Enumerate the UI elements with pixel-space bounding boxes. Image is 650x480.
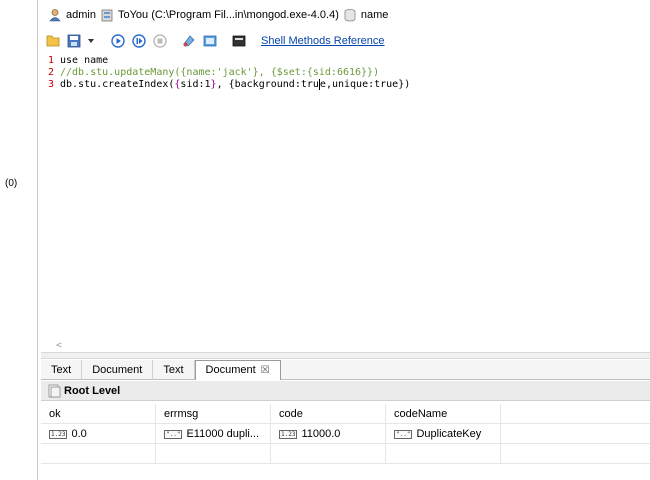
cell-value: 0.0 (71, 428, 87, 440)
scroll-left-icon[interactable]: < (56, 340, 62, 351)
close-icon[interactable]: ☒ (261, 365, 270, 376)
grid-cell (156, 444, 271, 464)
code-text: sid:1 (180, 79, 211, 90)
column-header[interactable]: errmsg (156, 404, 271, 424)
column-header[interactable]: ok (41, 404, 156, 424)
format-icon[interactable] (201, 32, 219, 50)
result-tabs: Text Document Text Document ☒ (41, 360, 650, 380)
grid-header-row: ok errmsg code codeName (41, 404, 650, 424)
editor-horizontal-scrollbar[interactable]: < (48, 340, 650, 352)
connection-server[interactable]: ToYou (C:\Program Fil...in\mongod.exe-4.… (118, 9, 339, 21)
execute-icon[interactable] (109, 32, 127, 50)
results-grid: ok errmsg code codeName 1.23 0.0 ".." E110… (41, 404, 650, 464)
code-text: use name (60, 55, 109, 66)
table-row[interactable]: 1.23 0.0 ".." E11000 dupli... 1.23 11000.0 … (41, 424, 650, 444)
code-text: db.stu.createIndex( (60, 79, 175, 90)
grid-cell[interactable]: 1.23 11000.0 (271, 424, 386, 444)
table-row-empty (41, 444, 650, 464)
root-level-bar: Root Level (41, 381, 650, 401)
column-header[interactable]: codeName (386, 404, 501, 424)
number-type-icon: 1.23 (279, 429, 298, 439)
result-count: (0) (5, 178, 18, 189)
tab-label: Text (51, 364, 72, 376)
string-type-icon: ".." (164, 429, 183, 439)
execute-current-icon[interactable] (130, 32, 148, 50)
editor-results-splitter[interactable] (41, 352, 650, 359)
document-icon (47, 384, 61, 398)
stop-icon[interactable] (151, 32, 169, 50)
script-editor[interactable]: 1 use name 2 //db.stu.updateMany({name:'ja… (48, 55, 650, 352)
user-icon (48, 8, 62, 22)
database-icon (343, 8, 357, 22)
left-panel: (0) (0, 0, 38, 480)
explain-icon[interactable] (180, 32, 198, 50)
grid-cell (386, 444, 501, 464)
server-icon (100, 8, 114, 22)
code-comment: //db.stu.updateMany({name:'jack'}, {$set… (60, 67, 380, 78)
console-icon[interactable] (230, 32, 248, 50)
chevron-down-icon[interactable] (86, 32, 96, 50)
tab-text[interactable]: Text (153, 360, 195, 380)
connection-user[interactable]: admin (66, 9, 96, 21)
string-type-icon: ".." (394, 429, 413, 439)
grid-cell[interactable]: 1.23 0.0 (41, 424, 156, 444)
code-text: , {background:tru (216, 79, 319, 90)
editor-line: 1 use name (48, 55, 650, 67)
editor-line: 2 //db.stu.updateMany({name:'jack'}, {$se… (48, 67, 650, 79)
open-file-icon[interactable] (44, 32, 62, 50)
connection-database[interactable]: name (361, 9, 389, 21)
tab-text[interactable]: Text (41, 360, 83, 380)
tab-label: Document (92, 364, 143, 376)
tab-label: Text (163, 364, 184, 376)
connection-bar: admin ToYou (C:\Program Fil...in\mongod.… (48, 6, 388, 24)
grid-cell[interactable]: ".." E11000 dupli... (156, 424, 271, 444)
grid-cell[interactable]: ".." DuplicateKey (386, 424, 501, 444)
line-number: 3 (48, 79, 55, 90)
line-number: 1 (48, 55, 55, 66)
tab-label: Document (205, 364, 256, 376)
grid-cell (271, 444, 386, 464)
root-level-label: Root Level (64, 384, 121, 397)
cell-value: E11000 dupli... (186, 428, 260, 440)
shell-toolbar: Shell Methods Reference (44, 30, 385, 52)
cell-value: 11000.0 (301, 428, 341, 440)
editor-line: 3 db.stu.createIndex({sid:1}, {background… (48, 79, 650, 91)
code-text: e,unique:true}) (319, 79, 411, 90)
shell-methods-reference-link[interactable]: Shell Methods Reference (261, 35, 385, 47)
tab-document[interactable]: Document (82, 360, 154, 380)
grid-cell (41, 444, 156, 464)
cell-value: DuplicateKey (416, 428, 482, 440)
line-number: 2 (48, 67, 55, 78)
tab-document-active[interactable]: Document ☒ (194, 360, 281, 380)
number-type-icon: 1.23 (49, 429, 68, 439)
save-icon[interactable] (65, 32, 83, 50)
shell-main: admin ToYou (C:\Program Fil...in\mongod.… (38, 0, 650, 480)
column-header[interactable]: code (271, 404, 386, 424)
